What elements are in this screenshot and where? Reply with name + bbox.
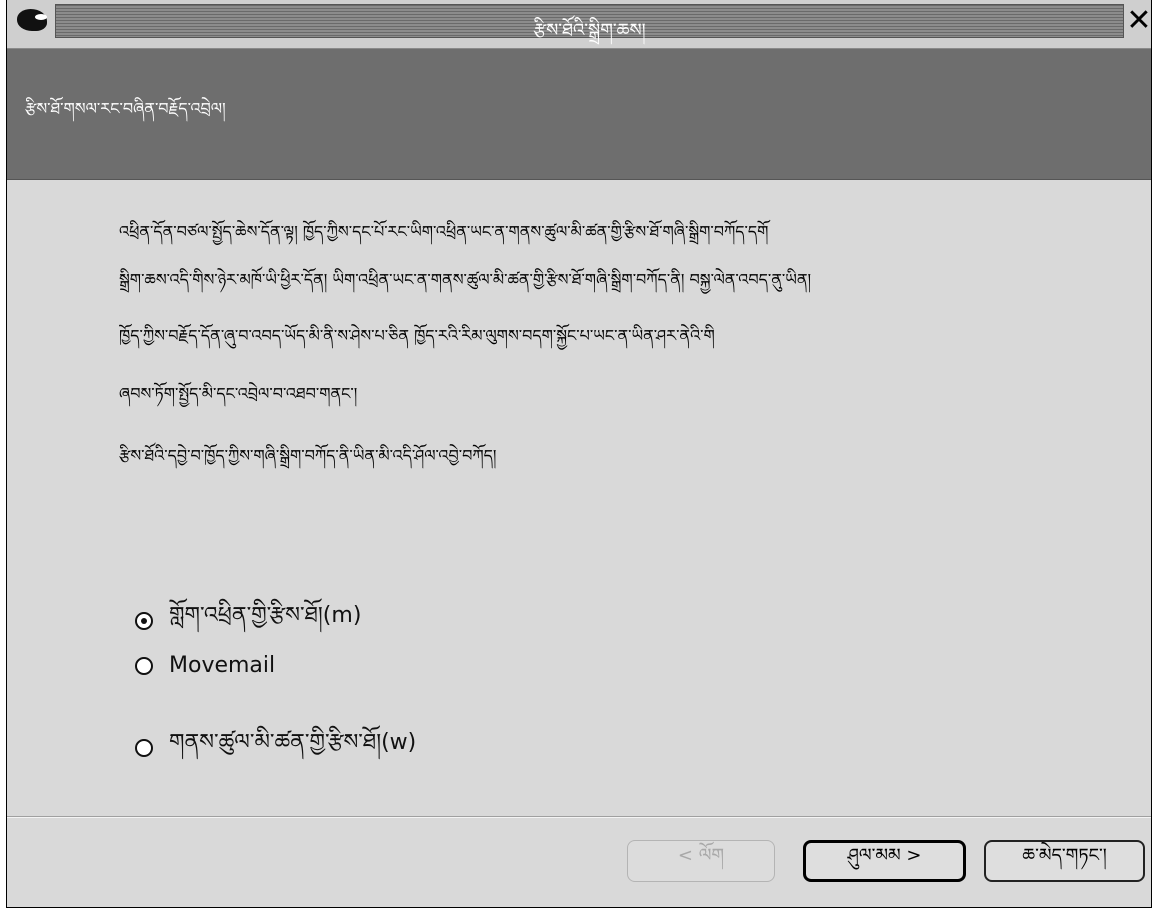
radio-mail-label[interactable]: གློག་འཕྲིན་གྱི་རྩིས་ཐོ།(m) [169, 590, 361, 652]
account-type-option-news[interactable]: གནས་ཚུལ་མི་ཚན་གྱི་རྩིས་ཐོ།(w) [135, 717, 416, 779]
description-line-1: འཕྲིན་དོན་བཙལ་སྤྱོད་ཆེས་དོན་ལྟ། ཁྱོད་ཀྱི… [119, 222, 769, 241]
cancel-button[interactable]: ཆ་མེད་གཏང་། [984, 840, 1145, 882]
title-bar[interactable]: རྩིས་ཐོའི་སྒྲིག་ཆས། ✕ [7, 0, 1152, 49]
radio-mail[interactable] [135, 612, 153, 630]
account-type-option-movemail[interactable]: Movemail [135, 653, 275, 678]
next-button[interactable]: ཤུལ་མམ > [803, 840, 966, 882]
account-wizard-window: རྩིས་ཐོའི་སྒྲིག་ཆས། ✕ རྩིས་ཐོ་གསལ་རང་བཞི… [6, 0, 1152, 908]
account-type-option-mail[interactable]: གློག་འཕྲིན་གྱི་རྩིས་ཐོ།(m) [135, 590, 361, 652]
description-line-5: རྩིས་ཐོའི་དབྱེ་བ་ཁྱོད་ཀྱིས་གཞི་སྒྲིག་བཀོ… [119, 446, 497, 465]
footer-separator [7, 816, 1151, 818]
description-line-4: ཞབས་ཏོག་སྤྱོད་མི་དང་འབྲེལ་བ་འཐབ་གནང་། [119, 384, 358, 403]
app-logo-icon [17, 9, 47, 31]
description-line-3: ཁྱོད་ཀྱིས་བརྗོད་དོན་ཞུ་བ་འབད་ཡོད་མི་ནི་ས… [119, 326, 715, 345]
back-button[interactable]: < ལོག [627, 840, 775, 882]
header-title: རྩིས་ཐོ་གསལ་རང་བཞིན་བརྗོད་འབྲེལ། [25, 99, 226, 118]
title-drag-area[interactable]: རྩིས་ཐོའི་སྒྲིག་ཆས། [55, 4, 1124, 41]
radio-movemail[interactable] [135, 656, 153, 675]
radio-news[interactable] [135, 739, 153, 757]
description-line-2: སྒྲིག་ཆས་འདི་གིས་ཉེར་མཁོ་ཡི་ཕྱིར་དོན། ཡི… [119, 270, 812, 289]
wizard-header: རྩིས་ཐོ་གསལ་རང་བཞིན་བརྗོད་འབྲེལ། [7, 49, 1151, 180]
radio-movemail-label[interactable]: Movemail [169, 653, 275, 678]
radio-news-label[interactable]: གནས་ཚུལ་མི་ཚན་གྱི་རྩིས་ཐོ།(w) [169, 717, 416, 779]
close-icon[interactable]: ✕ [1126, 6, 1152, 36]
